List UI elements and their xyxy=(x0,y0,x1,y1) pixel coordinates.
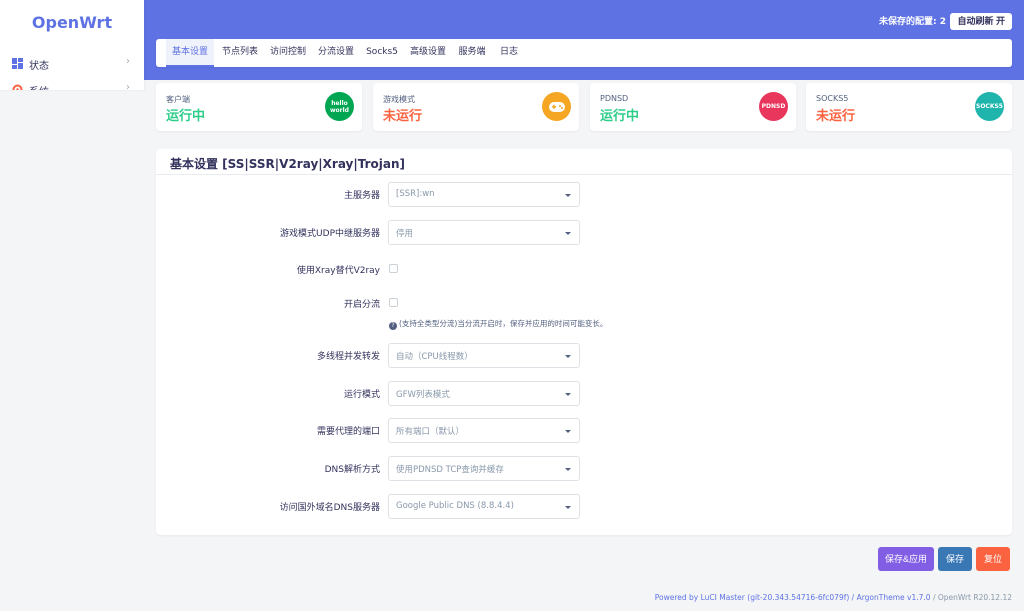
argon-theme-link[interactable]: / ArgonTheme v1.7.0 xyxy=(849,593,931,602)
divider xyxy=(156,174,1012,175)
caret-down-icon xyxy=(565,232,571,235)
footer: Powered by LuCI Master (git-20.343.54716… xyxy=(655,593,1012,602)
sidebar-item-system[interactable]: 系统 › xyxy=(0,79,144,90)
card-label: PDNSD xyxy=(600,94,629,103)
foreign-dns-select[interactable]: Google Public DNS (8.8.4.4) xyxy=(388,494,580,519)
field-label-udp-relay: 游戏模式UDP中继服务器 xyxy=(280,229,380,239)
main-server-select[interactable]: [SSR]:wn xyxy=(388,182,580,207)
question-icon: ? xyxy=(389,322,397,330)
sidebar: OpenWrt 状态 › 系统 › xyxy=(0,0,144,90)
save-button[interactable]: 保存 xyxy=(938,547,972,571)
card-status: 未运行 xyxy=(816,109,856,124)
status-card-game-mode: 游戏模式 未运行 xyxy=(373,83,579,131)
card-status: 运行中 xyxy=(166,109,206,124)
status-card-socks5: SOCKS5 未运行 SOCKS5 xyxy=(806,83,1012,131)
reset-button[interactable]: 复位 xyxy=(976,547,1010,571)
select-value: 自动（CPU线程数） xyxy=(396,352,473,362)
card-status: 未运行 xyxy=(383,109,423,124)
basic-settings-panel: 基本设置 [SS|SSR|V2ray|Xray|Trojan] 主服务器 [SS… xyxy=(156,149,1012,535)
field-label-use-xray: 使用Xray替代V2ray xyxy=(296,266,380,276)
status-card-pdnsd: PDNSD 运行中 PDNSD xyxy=(590,83,796,131)
chevron-right-icon: › xyxy=(126,82,130,90)
udp-relay-server-select[interactable]: 停用 xyxy=(388,220,580,245)
sidebar-item-status[interactable]: 状态 › xyxy=(0,53,144,75)
proxy-ports-select[interactable]: 所有端口（默认） xyxy=(388,418,580,443)
brand-logo[interactable]: OpenWrt xyxy=(0,13,144,32)
tab-access-control[interactable]: 访问控制 xyxy=(266,39,310,67)
card-label: 客户端 xyxy=(166,95,190,104)
select-value: GFW列表模式 xyxy=(396,390,450,400)
use-xray-checkbox[interactable] xyxy=(389,264,398,273)
select-value: [SSR]:wn xyxy=(396,189,435,199)
chevron-right-icon: › xyxy=(126,56,130,67)
socks5-icon: SOCKS5 xyxy=(975,92,1004,121)
card-label: 游戏模式 xyxy=(383,95,415,104)
field-label-main-server: 主服务器 xyxy=(343,191,380,201)
select-value: 所有端口（默认） xyxy=(396,427,465,437)
tab-node-list[interactable]: 节点列表 xyxy=(218,39,262,67)
status-card-client: 客户端 运行中 hello world xyxy=(156,83,362,131)
auto-refresh-button[interactable]: 自动刷新 开 xyxy=(950,13,1012,30)
dns-mode-select[interactable]: 使用PDNSD TCP查询并缓存 xyxy=(388,456,580,481)
threads-select[interactable]: 自动（CPU线程数） xyxy=(388,343,580,368)
field-label-threads: 多线程并发转发 xyxy=(316,352,380,362)
caret-down-icon xyxy=(565,355,571,358)
sidebar-item-label: 状态 xyxy=(29,61,49,72)
gear-icon xyxy=(12,84,23,90)
field-label-foreign-dns: 访问国外域名DNS服务器 xyxy=(279,503,380,513)
field-label-enable-shunt: 开启分流 xyxy=(343,300,380,310)
caret-down-icon xyxy=(565,468,571,471)
caret-down-icon xyxy=(565,194,571,197)
field-label-run-mode: 运行模式 xyxy=(343,390,380,400)
dashboard-icon xyxy=(12,58,23,69)
luci-link[interactable]: Powered by LuCI Master (git-20.343.54716… xyxy=(655,593,850,602)
run-mode-select[interactable]: GFW列表模式 xyxy=(388,381,580,406)
tab-server[interactable]: 服务端 xyxy=(454,39,490,67)
shunt-help-text: ? (支持全类型分流)当分流开启时，保存并应用的时间可能变长。 xyxy=(389,318,607,330)
hello-world-icon: hello world xyxy=(325,92,354,121)
panel-title: 基本设置 [SS|SSR|V2ray|Xray|Trojan] xyxy=(170,157,406,171)
tab-socks5[interactable]: Socks5 xyxy=(362,39,402,67)
caret-down-icon xyxy=(565,430,571,433)
enable-shunt-checkbox[interactable] xyxy=(389,298,398,307)
tab-basic-settings[interactable]: 基本设置 xyxy=(166,39,214,67)
sidebar-item-label: 系统 xyxy=(29,83,49,90)
gamepad-icon xyxy=(542,92,571,121)
card-status: 运行中 xyxy=(600,109,640,124)
select-value: 停用 xyxy=(396,229,414,239)
caret-down-icon xyxy=(565,393,571,396)
tab-shunt-settings[interactable]: 分流设置 xyxy=(314,39,358,67)
field-label-proxy-ports: 需要代理的端口 xyxy=(316,427,380,437)
tab-advanced-settings[interactable]: 高级设置 xyxy=(406,39,450,67)
openwrt-version: / OpenWrt R20.12.12 xyxy=(930,593,1012,602)
select-value: 使用PDNSD TCP查询并缓存 xyxy=(396,465,504,475)
field-label-dns-mode: DNS解析方式 xyxy=(324,465,380,475)
card-label: SOCKS5 xyxy=(816,94,849,103)
select-value: Google Public DNS (8.8.4.4) xyxy=(396,501,514,511)
save-apply-button[interactable]: 保存&应用 xyxy=(878,547,934,571)
tab-log[interactable]: 日志 xyxy=(494,39,524,67)
unsaved-changes-link[interactable]: 未保存的配置: 2 xyxy=(879,15,946,29)
caret-down-icon xyxy=(565,506,571,509)
pdnsd-icon: PDNSD xyxy=(759,92,788,121)
tab-bar: 基本设置 节点列表 访问控制 分流设置 Socks5 高级设置 服务端 日志 xyxy=(156,39,1012,67)
